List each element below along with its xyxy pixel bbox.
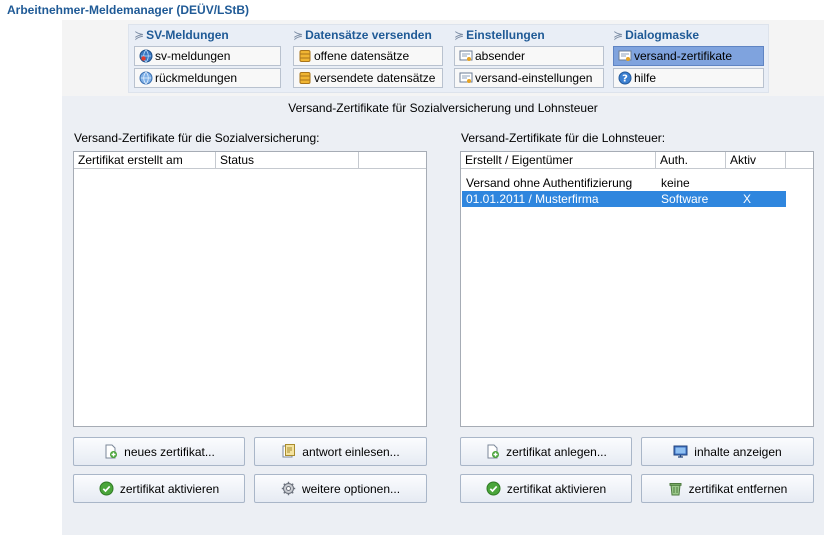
create-certificate-button[interactable]: zertifikat anlegen... bbox=[460, 437, 632, 466]
lst-certificates-label: Versand-Zertifikate für die Lohnsteuer: bbox=[461, 131, 666, 145]
chevron-down-icon: ≽ bbox=[613, 28, 624, 42]
table-row-selected[interactable]: 01.01.2011 / Musterfirma Software X bbox=[462, 191, 786, 207]
sv-certificates-label: Versand-Zertifikate für die Sozialversic… bbox=[74, 131, 320, 145]
toolbar-header-dialogmaske[interactable]: ≽ Dialogmaske bbox=[613, 28, 699, 42]
checkmark-icon bbox=[99, 481, 114, 496]
return-globe-icon bbox=[139, 71, 153, 85]
versand-zertifikate-button[interactable]: versand-zertifikate bbox=[613, 46, 764, 66]
absender-button[interactable]: absender bbox=[454, 46, 604, 66]
hilfe-button[interactable]: ? hilfe bbox=[613, 68, 764, 88]
app-title: Arbeitnehmer-Meldemanager (DEÜV/LStB) bbox=[7, 3, 250, 17]
records-stack-icon bbox=[299, 72, 311, 84]
column-header-status[interactable]: Status bbox=[216, 152, 359, 169]
offene-datensaetze-button[interactable]: offene datensätze bbox=[293, 46, 443, 66]
checkmark-icon bbox=[486, 481, 501, 496]
show-content-button[interactable]: inhalte anzeigen bbox=[641, 437, 814, 466]
new-document-icon bbox=[105, 444, 118, 459]
rueckmeldungen-button[interactable]: rückmeldungen bbox=[134, 68, 281, 88]
left-strip bbox=[0, 0, 62, 535]
cell-active: X bbox=[743, 192, 752, 206]
new-certificate-button[interactable]: neues zertifikat... bbox=[73, 437, 245, 466]
versand-einstellungen-button[interactable]: versand-einstellungen bbox=[454, 68, 604, 88]
certificate-icon bbox=[459, 50, 473, 61]
cell-auth: Software bbox=[661, 192, 709, 206]
toolbar-header-einstellungen[interactable]: ≽ Einstellungen bbox=[454, 28, 545, 42]
chevron-down-icon: ≽ bbox=[134, 28, 145, 42]
trash-icon bbox=[669, 483, 682, 496]
certificate-icon bbox=[459, 72, 473, 83]
chevron-down-icon: ≽ bbox=[293, 28, 304, 42]
list-header: Zertifikat erstellt am Status bbox=[74, 152, 426, 169]
gear-icon bbox=[281, 481, 296, 496]
page-title: Versand-Zertifikate für Sozialversicheru… bbox=[288, 101, 598, 115]
cell-auth: keine bbox=[661, 176, 690, 190]
sv-certificates-list[interactable]: Zertifikat erstellt am Status bbox=[73, 151, 427, 427]
toolbar-header-sv-meldungen[interactable]: ≽ SV-Meldungen bbox=[134, 28, 229, 42]
certificate-icon bbox=[618, 50, 632, 61]
toolbar-header-datensaetze[interactable]: ≽ Datensätze versenden bbox=[293, 28, 432, 42]
sv-globe-icon bbox=[139, 49, 153, 63]
column-header-owner[interactable]: Erstellt / Eigentümer bbox=[461, 152, 656, 169]
import-document-icon bbox=[282, 444, 296, 458]
new-document-icon bbox=[487, 444, 500, 459]
lst-certificates-list[interactable]: Erstellt / Eigentümer Auth. Aktiv Versan… bbox=[460, 151, 814, 427]
activate-certificate-button-lst[interactable]: zertifikat aktivieren bbox=[460, 474, 632, 503]
cell-owner: 01.01.2011 / Musterfirma bbox=[466, 192, 599, 206]
read-answer-button[interactable]: antwort einlesen... bbox=[254, 437, 427, 466]
help-icon: ? bbox=[618, 71, 632, 85]
svg-text:?: ? bbox=[622, 74, 628, 85]
sv-meldungen-button[interactable]: sv-meldungen bbox=[134, 46, 281, 66]
versendete-datensaetze-button[interactable]: versendete datensätze bbox=[293, 68, 443, 88]
list-header: Erstellt / Eigentümer Auth. Aktiv bbox=[461, 152, 813, 169]
chevron-down-icon: ≽ bbox=[454, 28, 465, 42]
records-stack-icon bbox=[299, 50, 311, 62]
remove-certificate-button[interactable]: zertifikat entfernen bbox=[641, 474, 814, 503]
column-header-active[interactable]: Aktiv bbox=[726, 152, 786, 169]
activate-certificate-button-sv[interactable]: zertifikat aktivieren bbox=[73, 474, 245, 503]
column-header-created[interactable]: Zertifikat erstellt am bbox=[74, 152, 216, 169]
more-options-button[interactable]: weitere optionen... bbox=[254, 474, 427, 503]
cell-owner: Versand ohne Authentifizierung bbox=[466, 176, 633, 190]
column-header-auth[interactable]: Auth. bbox=[656, 152, 726, 169]
table-row[interactable]: Versand ohne Authentifizierung keine bbox=[462, 175, 812, 191]
monitor-icon bbox=[673, 445, 688, 458]
